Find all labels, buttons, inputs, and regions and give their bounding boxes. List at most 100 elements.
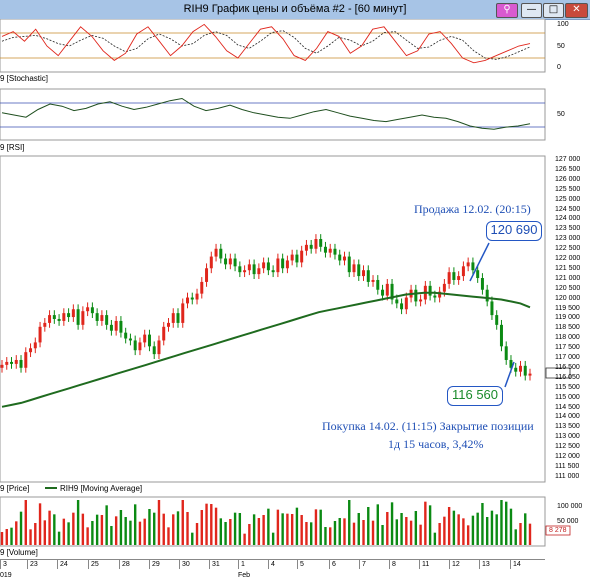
candle-body [114,320,118,331]
date-label: 13 [482,561,490,568]
volume-bar [466,525,470,545]
candle-body [504,346,508,360]
title-bar: RIH9 График цены и объёма #2 - [60 минут… [0,0,590,20]
volume-bar [447,507,451,545]
volume-bar [343,518,346,545]
chart-area[interactable] [0,19,590,559]
price-axis-tick: 126 500 [555,165,581,173]
volume-bar [15,521,18,545]
volume-bar [110,526,113,545]
stochastic-label: 9 [Stochastic] [0,74,49,83]
volume-bar [124,517,127,545]
volume-bar [519,523,522,545]
price-axis-tick: 125 500 [555,185,581,193]
candle-body [257,268,261,275]
candle-body [300,250,304,263]
candle-body [371,279,375,282]
volume-bar [143,518,146,545]
price-axis-tick: 120 000 [555,294,581,302]
volume-bar [524,513,527,545]
stoch-axis-100: 100 [557,21,569,28]
date-label: 29 [152,561,160,568]
volume-bar [424,501,427,545]
date-label: 25 [91,561,99,568]
candle-body [86,307,90,312]
candle-body [252,264,256,275]
volume-bar [419,524,422,545]
candle-body [366,270,370,282]
price-axis-tick: 118 000 [555,334,580,342]
price-axis-tick: 127 000 [555,156,581,163]
volume-axis-50000: 50 000 [557,518,579,525]
volume-bar [300,515,303,545]
volume-bar [72,512,75,545]
candle-body [428,285,432,296]
volume-bar [129,520,132,545]
price-axis-tick: 114 000 [555,413,580,421]
date-separator [119,560,120,569]
volume-bar [409,520,413,545]
price-axis-tick: 122 500 [555,245,581,253]
volume-bar [86,527,89,545]
candle-body [262,262,266,269]
candle-body [395,299,399,304]
price-axis-tick: 117 000 [555,354,580,361]
candle-body [490,301,494,316]
rsi-panel [0,88,546,141]
candle-body [447,272,451,284]
candle-body [38,326,42,343]
volume-bar [105,505,108,545]
volume-bar [505,501,508,545]
date-separator [297,560,298,569]
date-separator [419,560,420,569]
maximize-button[interactable]: □ [543,3,564,18]
volume-bar [262,515,265,545]
link-icon[interactable]: ⚲ [496,3,518,18]
close-button[interactable]: ✕ [565,3,588,18]
volume-bar [271,532,275,545]
volume-bar [333,521,337,545]
candle-body [476,270,480,279]
candle-body [138,342,142,351]
candle-body [523,365,527,376]
price-axis-tick: 119 500 [555,304,580,312]
candle-body [309,244,313,249]
candle-body [81,311,85,325]
candle-body [181,303,185,323]
date-separator [238,560,239,569]
candle-body [385,283,389,296]
minimize-button[interactable]: — [521,3,542,18]
volume-bar [5,529,8,545]
volume-bar [438,523,441,545]
date-separator [27,560,28,569]
volume-bar [267,508,270,545]
price-axis-tick: 112 500 [555,443,580,451]
candle-body [133,340,137,351]
volume-bar [76,500,80,545]
volume-bar [19,511,23,545]
date-month-label: Feb [238,572,251,579]
volume-bar [24,500,27,545]
candle-body [205,268,209,282]
candle-body [442,283,446,292]
price-axis-tick: 121 000 [555,274,581,282]
candle-body [152,346,156,355]
candle-body [224,258,228,265]
volume-bar [352,522,356,545]
candle-body [247,264,251,271]
date-label: 7 [362,561,366,568]
candle-body [157,340,161,355]
price-axis-tick: 112 000 [555,453,580,460]
volume-bar [43,520,47,545]
candle-body [376,279,380,290]
price-axis-tick: 118 500 [555,324,580,332]
volume-bar [476,512,479,545]
sell-price-callout: 120 690 [486,221,542,241]
price-axis-tick: 126 000 [555,175,581,183]
price-axis-tick: 111 000 [555,472,580,480]
candle-body [357,264,361,277]
candle-body [290,254,294,261]
date-label: 30 [182,561,190,568]
candle-body [342,256,346,261]
volume-bar [62,518,66,545]
